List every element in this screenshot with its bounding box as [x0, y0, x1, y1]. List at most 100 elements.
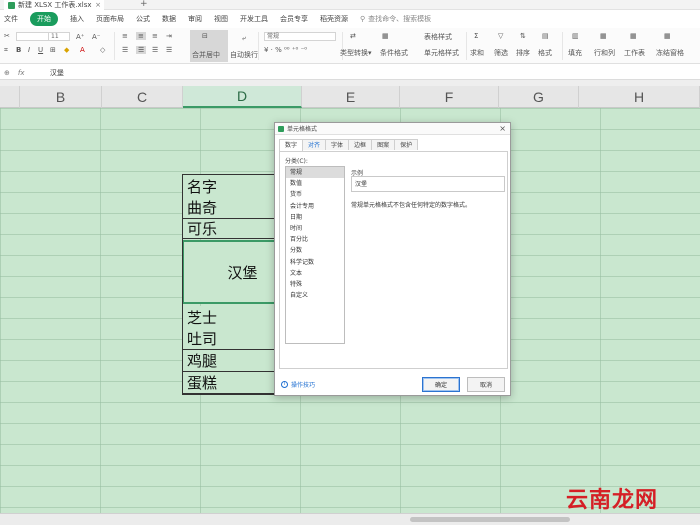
column-header-d[interactable]: D: [183, 86, 302, 108]
zoom-icon[interactable]: ⊕: [4, 69, 10, 77]
merge-center-button[interactable]: ⊟ 合并居中: [190, 30, 228, 62]
menu-file[interactable]: 文件: [4, 14, 18, 24]
document-tab[interactable]: 新建 XLSX 工作表.xlsx ×: [4, 0, 104, 10]
sort-button[interactable]: 排序: [516, 48, 530, 58]
increase-font-icon[interactable]: A⁺: [76, 33, 84, 41]
category-accounting[interactable]: 会计专用: [286, 201, 344, 212]
category-currency[interactable]: 货币: [286, 189, 344, 200]
formula-input[interactable]: 汉堡: [50, 68, 64, 78]
cond-format-button[interactable]: 条件格式: [380, 48, 408, 58]
new-tab-button[interactable]: +: [140, 0, 148, 9]
type-convert-icon[interactable]: ⇄: [350, 32, 356, 40]
tab-font[interactable]: 字体: [325, 139, 350, 150]
menu-member[interactable]: 会员专享: [280, 14, 308, 24]
fill-color-icon[interactable]: ◆: [64, 46, 69, 54]
format-painter-icon[interactable]: ⌗: [4, 46, 8, 55]
horizontal-scrollbar[interactable]: [0, 513, 700, 525]
filter-button[interactable]: 筛选: [494, 48, 508, 58]
tips-link[interactable]: i 操作技巧: [281, 380, 315, 389]
command-search[interactable]: ⚲ 查找命令、搜索模板: [360, 14, 431, 24]
ok-button[interactable]: 确定: [422, 377, 460, 392]
dialog-tabs: 数字 对齐 字体 边框 图案 保护: [279, 139, 419, 151]
category-number[interactable]: 数值: [286, 178, 344, 189]
cut-icon[interactable]: ✂: [4, 32, 10, 40]
column-header-e[interactable]: E: [302, 86, 400, 108]
category-fraction[interactable]: 分数: [286, 245, 344, 256]
tab-number[interactable]: 数字: [279, 139, 304, 151]
underline-icon[interactable]: U: [38, 46, 43, 54]
column-header-h[interactable]: H: [579, 86, 700, 108]
excel-file-icon: [8, 1, 15, 9]
sum-icon: Σ: [474, 32, 479, 40]
worksheet-button[interactable]: 工作表: [624, 48, 645, 58]
tab-pattern[interactable]: 图案: [371, 139, 396, 150]
menu-view[interactable]: 视图: [214, 14, 228, 24]
category-custom[interactable]: 自定义: [286, 290, 344, 301]
sort-icon: ⇅: [520, 32, 526, 40]
menu-formulas[interactable]: 公式: [136, 14, 150, 24]
category-time[interactable]: 时间: [286, 223, 344, 234]
font-color-icon[interactable]: A: [80, 46, 85, 54]
category-scientific[interactable]: 科学记数: [286, 257, 344, 268]
border-icon[interactable]: ⊞: [50, 46, 56, 54]
column-header-g[interactable]: G: [499, 86, 579, 108]
cancel-button[interactable]: 取消: [467, 377, 505, 392]
cell-style-button[interactable]: 单元格样式: [424, 48, 459, 58]
indent-icon[interactable]: ⇥: [166, 32, 172, 40]
category-percentage[interactable]: 百分比: [286, 234, 344, 245]
tab-alignment[interactable]: 对齐: [302, 139, 327, 150]
category-special[interactable]: 特殊: [286, 279, 344, 290]
align-middle-icon[interactable]: ≡: [136, 32, 146, 40]
align-center-icon[interactable]: ☰: [136, 46, 147, 54]
scrollbar-thumb[interactable]: [410, 517, 570, 522]
fill-button[interactable]: 填充: [568, 48, 582, 58]
menu-page-layout[interactable]: 页面布局: [96, 14, 124, 24]
align-left-icon[interactable]: ☰: [122, 46, 128, 54]
align-bottom-icon[interactable]: ≡: [152, 32, 158, 40]
tab-border[interactable]: 边框: [348, 139, 373, 150]
justify-icon[interactable]: ☰: [166, 46, 172, 54]
filter-icon: ▽: [498, 32, 504, 40]
clear-format-icon[interactable]: ◇: [100, 46, 105, 54]
sample-value: 汉堡: [351, 176, 505, 192]
fx-icon[interactable]: fx: [18, 69, 42, 77]
tab-protection[interactable]: 保护: [394, 139, 419, 150]
number-format-select[interactable]: 常规: [264, 32, 336, 41]
category-text[interactable]: 文本: [286, 268, 344, 279]
select-all-corner[interactable]: [0, 86, 20, 108]
sum-button[interactable]: 求和: [470, 48, 484, 58]
menu-insert[interactable]: 插入: [70, 14, 84, 24]
format-button[interactable]: 格式: [538, 48, 552, 58]
decrease-font-icon[interactable]: A⁻: [92, 33, 100, 41]
fill-icon: ▥: [572, 32, 579, 40]
row-col-button[interactable]: 行和列: [594, 48, 615, 58]
category-general[interactable]: 常规: [286, 167, 344, 179]
menu-home[interactable]: 开始: [30, 12, 58, 26]
tips-label: 操作技巧: [291, 382, 316, 389]
title-bar: 新建 XLSX 工作表.xlsx × +: [0, 0, 700, 10]
category-date[interactable]: 日期: [286, 212, 344, 223]
dialog-close-icon[interactable]: ×: [499, 124, 506, 133]
column-header-f[interactable]: F: [400, 86, 499, 108]
dialog-title-bar[interactable]: 单元格格式 ×: [275, 123, 510, 135]
table-style-button[interactable]: 表格样式: [424, 32, 452, 42]
close-tab-icon[interactable]: ×: [95, 1, 101, 9]
bold-icon[interactable]: B: [16, 46, 21, 54]
align-right-icon[interactable]: ☰: [152, 46, 158, 54]
font-size-select[interactable]: 11: [48, 32, 70, 41]
freeze-button[interactable]: 冻结窗格: [656, 48, 684, 58]
number-tab-panel: 分类(C): 常规 数值 货币 会计专用 日期 时间 百分比 分数 科学记数 文…: [279, 151, 508, 369]
category-list[interactable]: 常规 数值 货币 会计专用 日期 时间 百分比 分数 科学记数 文本 特殊 自定…: [285, 166, 345, 344]
italic-icon[interactable]: I: [28, 46, 30, 54]
formula-bar: ⊕ fx 汉堡: [0, 66, 700, 80]
dialog-title: 单元格格式: [287, 126, 318, 133]
column-header-c[interactable]: C: [102, 86, 183, 108]
wrap-text-button[interactable]: 自动换行: [230, 50, 258, 60]
menu-developer[interactable]: 开发工具: [240, 14, 268, 24]
column-header-b[interactable]: B: [20, 86, 102, 108]
align-top-icon[interactable]: ≡: [122, 32, 128, 40]
menu-review[interactable]: 审阅: [188, 14, 202, 24]
currency-icon[interactable]: ¥ · % ⁰⁰ ⁺⁰ ⁻⁰: [264, 46, 307, 54]
menu-data[interactable]: 数据: [162, 14, 176, 24]
menu-resources[interactable]: 稻壳资源: [320, 14, 348, 24]
